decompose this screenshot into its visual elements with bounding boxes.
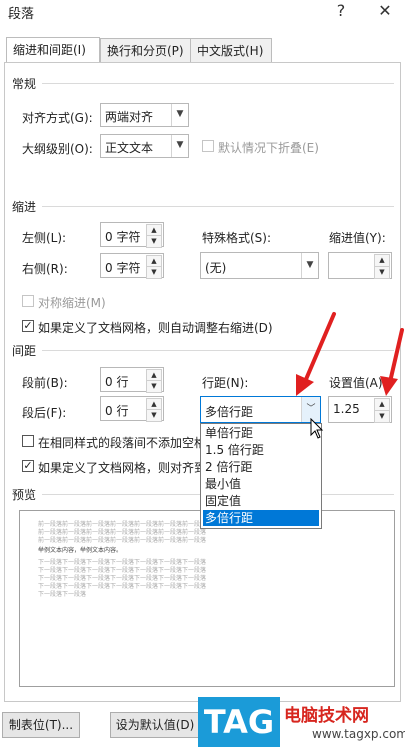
spin-down-icon[interactable]: ▼ bbox=[146, 409, 162, 422]
special-label: 特殊格式(S): bbox=[202, 231, 272, 245]
no-space-checkbox[interactable] bbox=[22, 435, 34, 447]
tab-asian-typography[interactable]: 中文版式(H) bbox=[190, 38, 272, 63]
chevron-down-icon: ▼ bbox=[301, 253, 318, 278]
spin-down-icon[interactable]: ▼ bbox=[146, 235, 162, 248]
mirror-indent-checkbox[interactable] bbox=[22, 295, 34, 307]
annotation-arrow-icon bbox=[296, 312, 336, 396]
special-select[interactable]: (无) ▼ bbox=[200, 252, 319, 279]
chevron-down-icon: ▼ bbox=[171, 104, 188, 126]
option-exactly[interactable]: 固定值 bbox=[203, 493, 319, 509]
space-before-spinner[interactable]: 0 行 ▲ ▼ bbox=[100, 367, 164, 393]
left-indent-label: 左侧(L): bbox=[22, 231, 67, 245]
tabs-button[interactable]: 制表位(T)... bbox=[2, 712, 80, 738]
auto-adjust-label: 如果定义了文档网格，则自动调整右缩进(D) bbox=[38, 321, 273, 335]
spin-down-icon[interactable]: ▼ bbox=[146, 380, 162, 393]
line-spacing-dropdown: 单倍行距 1.5 倍行距 2 倍行距 最小值 固定值 多倍行距 bbox=[200, 423, 322, 529]
auto-adjust-checkbox[interactable]: ✓ bbox=[22, 320, 34, 332]
indent-by-label: 缩进值(Y): bbox=[329, 231, 386, 245]
snap-grid-label: 如果定义了文档网格，则对齐到 bbox=[38, 461, 207, 475]
line-spacing-select[interactable]: 多倍行距 ﹀ bbox=[200, 396, 321, 423]
general-heading: 常规 bbox=[12, 77, 37, 91]
collapse-label: 默认情况下折叠(E) bbox=[218, 141, 319, 155]
annotation-arrow-icon bbox=[380, 328, 404, 396]
spacing-heading: 间距 bbox=[12, 344, 37, 358]
no-space-label: 在相同样式的段落间不添加空格 bbox=[38, 436, 207, 450]
alignment-select[interactable]: 两端对齐 ▼ bbox=[100, 103, 189, 127]
space-before-label: 段前(B): bbox=[22, 376, 68, 390]
option-at-least[interactable]: 最小值 bbox=[203, 476, 319, 492]
at-value: 1.25 bbox=[333, 402, 360, 416]
preview-box: 前一段落前一段落前一段落前一段落前一段落前一段落前一段落 前一段落前一段落前一段… bbox=[19, 510, 395, 687]
space-after-value: 0 行 bbox=[105, 404, 129, 418]
chevron-down-icon: ▼ bbox=[171, 135, 188, 157]
indent-heading: 缩进 bbox=[12, 200, 37, 214]
set-default-button[interactable]: 设为默认值(D) bbox=[110, 712, 200, 738]
mouse-cursor-icon bbox=[310, 418, 324, 439]
preview-prev-line: 前一段落前一段落前一段落前一段落前一段落前一段落前一段落 bbox=[38, 537, 207, 544]
spin-down-icon[interactable]: ▼ bbox=[374, 410, 390, 423]
collapse-checkbox[interactable] bbox=[202, 140, 214, 152]
outline-value: 正文文本 bbox=[105, 141, 154, 155]
right-indent-value: 0 字符 bbox=[105, 261, 141, 275]
window-title: 段落 bbox=[8, 7, 35, 22]
outline-label: 大纲级别(O): bbox=[22, 142, 93, 156]
space-after-spinner[interactable]: 0 行 ▲ ▼ bbox=[100, 396, 164, 422]
special-value: (无) bbox=[205, 261, 227, 275]
at-spinner[interactable]: 1.25 ▲ ▼ bbox=[328, 396, 392, 423]
space-after-label: 段后(F): bbox=[22, 406, 67, 420]
space-before-value: 0 行 bbox=[105, 375, 129, 389]
watermark-logo: TAG bbox=[198, 697, 280, 747]
close-button[interactable]: ✕ bbox=[370, 0, 400, 22]
option-double[interactable]: 2 倍行距 bbox=[203, 459, 319, 475]
preview-sample-line: 举例文本内容，举例文本内容。 bbox=[38, 547, 123, 554]
line-spacing-label: 行距(N): bbox=[202, 376, 249, 390]
snap-grid-checkbox[interactable]: ✓ bbox=[22, 460, 34, 472]
indent-by-spinner[interactable]: ▲ ▼ bbox=[328, 252, 392, 279]
tab-indent-spacing[interactable]: 缩进和间距(I) bbox=[6, 37, 100, 64]
spin-down-icon[interactable]: ▼ bbox=[374, 266, 390, 279]
option-one-half[interactable]: 1.5 倍行距 bbox=[203, 442, 319, 458]
spacing-divider bbox=[42, 350, 394, 351]
right-indent-spinner[interactable]: 0 字符 ▲ ▼ bbox=[100, 253, 164, 279]
tab-line-page-breaks[interactable]: 换行和分页(P) bbox=[100, 38, 194, 63]
watermark-url: www.tagxp.com bbox=[312, 727, 405, 741]
left-indent-value: 0 字符 bbox=[105, 230, 141, 244]
option-single[interactable]: 单倍行距 bbox=[203, 425, 319, 441]
outline-select[interactable]: 正文文本 ▼ bbox=[100, 134, 189, 158]
preview-next-line: 下一段落下一段落 bbox=[38, 591, 87, 598]
option-multiple[interactable]: 多倍行距 bbox=[203, 510, 319, 526]
mirror-indent-label: 对称缩进(M) bbox=[38, 296, 106, 310]
line-spacing-value: 多倍行距 bbox=[205, 405, 254, 419]
alignment-label: 对齐方式(G): bbox=[22, 111, 93, 125]
indent-divider bbox=[42, 206, 394, 207]
preview-heading: 预览 bbox=[12, 488, 37, 502]
right-indent-label: 右侧(R): bbox=[22, 262, 68, 276]
left-indent-spinner[interactable]: 0 字符 ▲ ▼ bbox=[100, 222, 164, 248]
alignment-value: 两端对齐 bbox=[105, 110, 154, 124]
help-button[interactable]: ? bbox=[326, 0, 356, 22]
watermark-site-name: 电脑技术网 bbox=[284, 706, 369, 726]
general-divider bbox=[42, 83, 394, 84]
spin-down-icon[interactable]: ▼ bbox=[146, 266, 162, 279]
